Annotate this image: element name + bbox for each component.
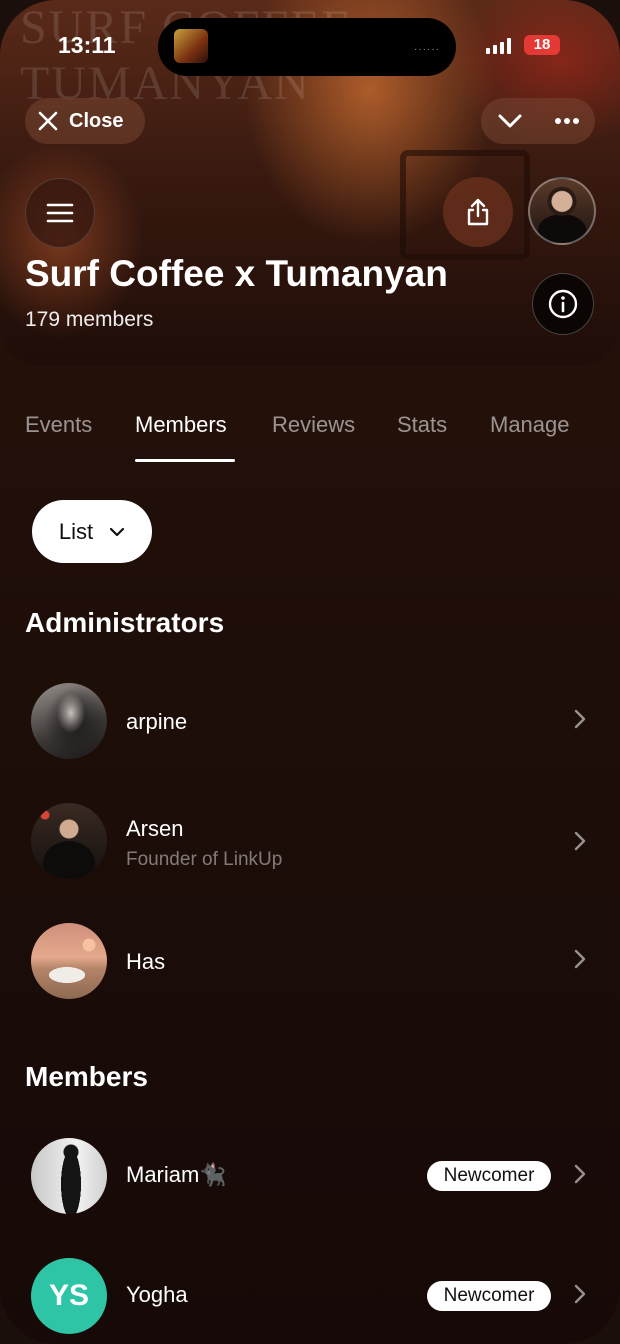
close-button[interactable]: Close: [25, 98, 145, 144]
close-label: Close: [69, 109, 124, 132]
active-tab-indicator: [135, 459, 235, 462]
chevron-right-icon: [574, 1284, 586, 1304]
member-name: Arsen: [126, 816, 184, 841]
section-title-members: Members: [25, 1061, 148, 1092]
menu-button[interactable]: [25, 178, 95, 248]
member-name: Has: [126, 949, 166, 974]
member-count: 179 members: [25, 308, 154, 331]
chevron-right-icon: [574, 709, 586, 729]
owner-avatar[interactable]: [528, 177, 596, 245]
status-time: 13:11: [58, 32, 116, 58]
info-icon: [548, 289, 578, 319]
list-item[interactable]: YS Yogha Newcomer: [0, 1256, 620, 1336]
info-button[interactable]: [532, 273, 594, 335]
member-name: arpine: [126, 709, 188, 734]
member-name: Yogha: [126, 1282, 188, 1307]
list-item[interactable]: Has: [0, 921, 620, 1001]
hamburger-icon: [46, 203, 74, 223]
section-title-administrators: Administrators: [25, 607, 225, 638]
close-icon: [38, 111, 58, 131]
group-title: Surf Coffee x Tumanyan: [25, 253, 448, 294]
island-activity-dots: ······: [414, 44, 440, 55]
view-mode-dropdown[interactable]: List: [32, 500, 152, 563]
newcomer-badge: Newcomer: [427, 1281, 551, 1311]
chevron-right-icon: [574, 1164, 586, 1184]
newcomer-badge: Newcomer: [427, 1161, 551, 1191]
sheet-controls: [481, 98, 595, 144]
avatar: [31, 1138, 107, 1214]
member-subtitle: Founder of LinkUp: [126, 849, 283, 870]
chevron-down-icon: [110, 527, 125, 536]
tab-stats[interactable]: Stats: [397, 412, 447, 438]
tab-members[interactable]: Members: [135, 412, 227, 438]
dynamic-island[interactable]: ······: [158, 18, 456, 76]
chevron-right-icon: [574, 831, 586, 851]
list-item[interactable]: arpine: [0, 681, 620, 761]
list-item[interactable]: Mariam🐈‍⬛ Newcomer: [0, 1136, 620, 1216]
avatar: [31, 923, 107, 999]
share-button[interactable]: [443, 177, 513, 247]
screen: SURF COFFEE TUMANYAN 13:11 ······ 18 Clo…: [0, 0, 620, 1344]
share-icon: [467, 198, 489, 226]
view-mode-label: List: [58, 518, 94, 544]
avatar: [31, 803, 107, 879]
more-options-icon[interactable]: [554, 117, 580, 125]
tab-reviews[interactable]: Reviews: [272, 412, 355, 438]
tab-bar: Events Members Reviews Stats Manage: [25, 412, 595, 462]
avatar: YS: [31, 1258, 107, 1334]
tab-events[interactable]: Events: [25, 412, 92, 438]
battery-icon: 18: [524, 35, 560, 55]
chevron-right-icon: [574, 949, 586, 969]
member-name: Mariam🐈‍⬛: [126, 1162, 227, 1187]
tab-manage[interactable]: Manage: [490, 412, 570, 438]
now-playing-thumbnail: [174, 29, 208, 63]
list-item[interactable]: Arsen Founder of LinkUp: [0, 801, 620, 881]
cellular-signal-icon: [486, 38, 512, 54]
avatar: [31, 683, 107, 759]
chevron-down-icon[interactable]: [497, 113, 523, 129]
